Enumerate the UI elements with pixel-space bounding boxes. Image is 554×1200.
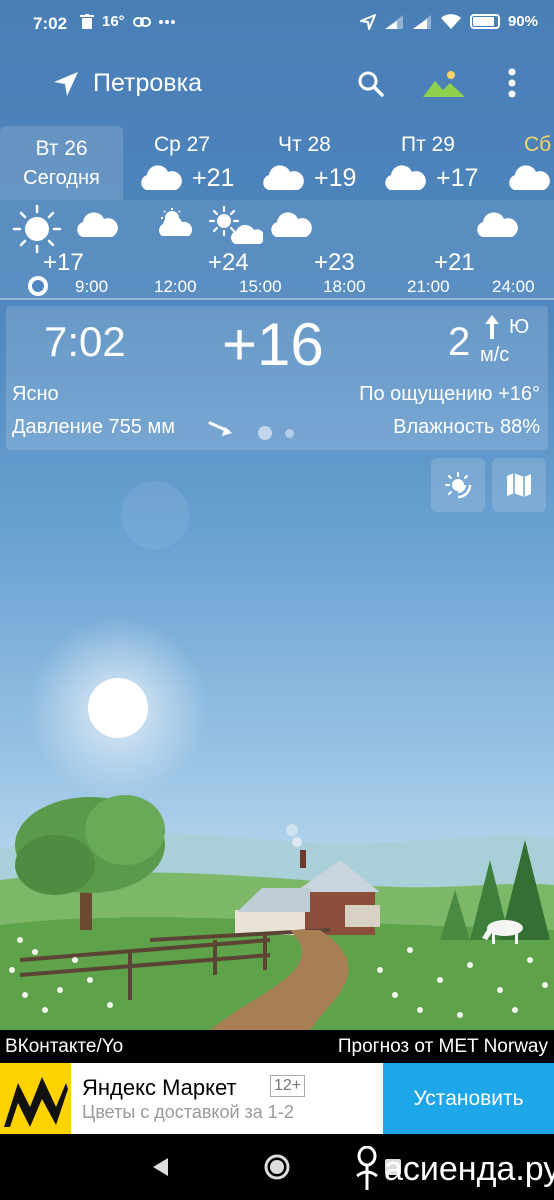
day-subtitle: Сегодня [23,167,100,189]
pressure: Давление 755 мм [12,416,175,438]
current-temperature: +16 [222,311,324,378]
back-icon[interactable] [150,1156,170,1178]
link-icon [132,16,151,27]
install-button[interactable]: Установить [383,1063,554,1134]
credit-bar: ВКонтакте/Yo Прогноз от MET Norway [0,1030,554,1063]
watermark-text: асиенда.ру [384,1149,554,1188]
location-name[interactable]: Петровка [93,69,202,98]
status-right-icons: 90% [359,13,538,30]
day-tab[interactable]: Чт 28 +19 [248,126,372,200]
wifi-icon [440,13,461,29]
location-arrow-icon [359,13,376,30]
system-nav-bar: асиенда.ру [0,1134,554,1200]
signal-icon [412,14,431,29]
sun-icon [12,204,62,254]
partly-cloudy-icon [209,206,263,244]
watermark: асиенда.ру [352,1146,554,1192]
current-time: 7:02 [44,318,126,365]
day-tab[interactable]: Пт 29 +17 [372,126,496,200]
day-name: Вт 26 [35,137,88,160]
cloud-icon [385,165,426,190]
wind-speed: 2 [448,320,471,364]
ad-title: Яндекс Маркет [82,1075,237,1100]
hourly-temp: +21 [434,249,475,276]
trash-icon [80,13,94,29]
current-weather-panel[interactable]: 7:02 +16 2 Ю м/с Ясно По ощущению +16° Д… [6,306,548,450]
page-indicator-dot[interactable] [285,429,294,438]
day-temp: +17 [436,164,479,192]
hourly-time: 24:00 [492,277,535,296]
day-name: Ср 27 [154,133,211,156]
hourly-time: 15:00 [239,277,282,296]
battery-percent: 90% [507,13,538,30]
home-icon[interactable] [264,1154,290,1180]
cloud-icon [263,165,304,190]
status-left-icons: 16° [80,13,175,30]
artwork-credit[interactable]: ВКонтакте/Yo [5,1036,123,1058]
age-rating-badge: 12+ [270,1075,306,1097]
weather-scene-illustration [0,481,554,1030]
more-icon [158,19,175,24]
day-name: Пт 29 [401,133,455,156]
humidity: Влажность 88% [393,416,540,438]
hourly-forecast[interactable]: +17 +24 +23 +21 9:00 12:00 15:00 18:00 2… [0,200,554,300]
yandex-market-logo [0,1063,71,1134]
partly-sunny-icon [159,208,193,236]
cloud-icon [477,212,518,237]
battery-icon [469,14,500,29]
day-name: Сб [524,133,552,156]
pressure-trend-arrow-icon [208,421,232,436]
status-temp: 16° [102,13,125,30]
hourly-divider [0,298,554,300]
hourly-temp: +23 [314,249,355,276]
battery-fill [472,17,495,26]
ad-subtitle: Цветы с доставкой за 1-2 [82,1102,294,1122]
days-strip: Вт 26 Сегодня Ср 27 +21 Чт 28 +19 Пт 29 … [0,126,554,200]
signal-icon [384,14,403,29]
current-time-marker-icon [28,276,48,296]
feels-like: По ощущению +16° [359,383,540,405]
day-temp: +21 [192,164,235,192]
cloud-icon [509,165,550,190]
location-arrow-icon[interactable] [52,70,80,98]
hourly-time: 21:00 [407,277,450,296]
status-bar: 7:02 16° 90% [0,0,554,50]
menu-icon[interactable] [508,68,516,98]
cloud-icon [77,212,118,237]
wind-direction: Ю [509,316,530,338]
hourly-time: 9:00 [75,277,109,296]
day-name: Чт 28 [278,133,331,156]
hourly-time: 12:00 [154,277,197,296]
wind-unit: м/с [480,344,510,366]
search-icon[interactable] [357,70,385,98]
hourly-temp: +24 [208,249,249,276]
app-header: Петровка [0,58,554,114]
forecast-source[interactable]: Прогноз от MET Norway [338,1036,548,1058]
status-time: 7:02 [33,14,68,33]
day-temp: +19 [314,164,357,192]
hourly-time: 18:00 [323,277,366,296]
wind-direction-arrow-icon [485,315,499,339]
landscape-icon[interactable] [423,70,465,98]
page-indicator-dot-active[interactable] [258,426,272,440]
current-condition: Ясно [12,383,59,405]
hourly-temp: +17 [43,249,84,276]
watermark-logo-icon [356,1146,378,1190]
market-m-icon [4,1077,68,1127]
cloud-icon [271,212,312,237]
ad-banner[interactable]: Яндекс Маркет 12+ Цветы с доставкой за 1… [0,1063,554,1134]
day-tab-today[interactable]: Вт 26 Сегодня [0,126,123,200]
day-tab[interactable]: Ср 27 +21 [124,126,248,200]
day-tab[interactable]: Сб [496,126,554,200]
cloud-icon [141,165,182,190]
